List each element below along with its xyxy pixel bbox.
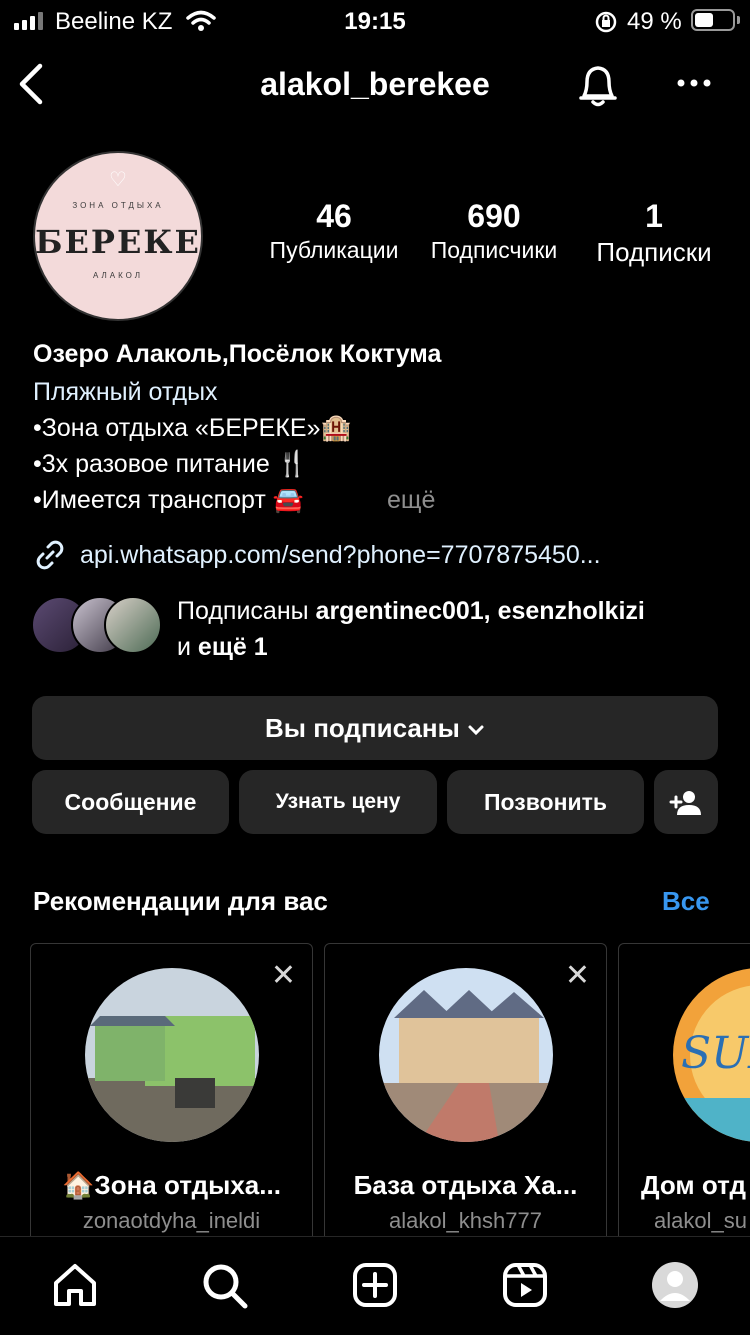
followed-by-text[interactable]: Подписаны argentinec001, esenzholkizi и е… — [177, 593, 737, 665]
profile-username: alakol_berekee — [260, 66, 490, 102]
battery-icon — [691, 9, 735, 31]
recommendation-username: zonaotdyha_ineldi — [82, 1208, 261, 1233]
avatar-top-text: ЗОНА ОТДЫХА — [72, 201, 164, 210]
stat-posts[interactable]: 46 Публикации — [259, 198, 409, 264]
recommendation-name: База отдыха Ха... — [353, 1170, 578, 1200]
recommendation-name: 🏠Зона отдыха... — [62, 1170, 281, 1200]
message-button[interactable]: Сообщение — [32, 770, 229, 834]
bio-category[interactable]: Пляжный отдых — [33, 378, 218, 407]
call-button[interactable]: Позвонить — [447, 770, 644, 834]
svg-text:SUN: SUN — [681, 1028, 750, 1079]
tab-bar — [0, 1236, 750, 1335]
price-button[interactable]: Узнать цену — [239, 770, 437, 834]
following-button[interactable]: Вы подписаны — [32, 696, 718, 760]
recommendation-card[interactable]: ✕ 🏠Зона отдыха... zonaotdyha_ineldi — [30, 943, 313, 1243]
stat-followers-label: Подписчики — [430, 237, 558, 263]
stat-followers[interactable]: 690 Подписчики — [419, 198, 569, 264]
recommendation-avatar[interactable]: SUN — [673, 968, 750, 1142]
bio-line-2: •3х разовое питание 🍴 — [33, 450, 308, 478]
recommendation-card[interactable]: ✕ База отдыха Ха... alakol_khsh777 — [324, 943, 607, 1243]
link-icon — [33, 538, 67, 577]
search-icon[interactable] — [200, 1261, 250, 1316]
recommendation-avatar[interactable] — [85, 968, 259, 1142]
following-button-label: Вы подписаны — [264, 713, 460, 743]
bio-link[interactable]: api.whatsapp.com/send?phone=7707875450..… — [80, 541, 601, 570]
recommendation-name: Дом отд — [641, 1170, 746, 1200]
close-icon[interactable]: ✕ — [565, 958, 590, 993]
bio-line-3: •Имеется транспорт 🚘 — [33, 486, 304, 514]
followed-by-names: argentinec001, esenzholkizi — [315, 597, 645, 625]
add-person-button[interactable] — [654, 770, 718, 834]
reels-icon[interactable] — [501, 1261, 549, 1314]
avatar-logo-text: БЕРЕКЕ — [35, 223, 201, 261]
followed-by-and: и — [177, 633, 198, 661]
followed-by-more: ещё 1 — [197, 633, 268, 661]
follower-avatar[interactable] — [104, 596, 162, 654]
more-icon[interactable] — [676, 76, 712, 94]
stat-followers-value: 690 — [467, 198, 521, 234]
stat-posts-value: 46 — [316, 198, 352, 234]
battery-percent: 49 % — [627, 8, 682, 35]
add-person-icon — [669, 789, 703, 815]
recommendation-avatar[interactable] — [379, 968, 553, 1142]
avatar-bottom-text: АЛАКОЛ — [92, 271, 144, 280]
stat-following-value: 1 — [645, 198, 663, 234]
status-bar: Beeline KZ 19:15 49 % — [0, 0, 750, 44]
battery-tip — [737, 16, 740, 24]
chevron-down-icon — [467, 713, 485, 743]
bio-name: Озеро Алаколь,Посёлок Коктума — [33, 340, 442, 368]
recommendation-card[interactable]: SUN Дом отд alakol_su — [618, 943, 750, 1243]
bio-line-1: •Зона отдыха «БЕРЕКЕ»🏨 — [33, 414, 352, 442]
profile-avatar[interactable]: ♡ ЗОНА ОТДЫХА БЕРЕКЕ АЛАКОЛ — [33, 151, 203, 321]
recommendation-username: alakol_su — [654, 1208, 747, 1233]
new-post-icon[interactable] — [351, 1261, 399, 1314]
heart-icon: ♡ — [109, 169, 127, 191]
recommendations-title: Рекомендации для вас — [33, 886, 328, 916]
profile-icon[interactable] — [651, 1261, 699, 1314]
bio-more-link[interactable]: ещё — [387, 486, 435, 515]
home-icon[interactable] — [51, 1261, 99, 1314]
see-all-link[interactable]: Все — [662, 886, 710, 917]
recommendation-username: alakol_khsh777 — [389, 1208, 542, 1233]
followed-by-prefix: Подписаны — [177, 597, 316, 625]
stat-posts-label: Публикации — [269, 237, 399, 263]
rotation-lock-icon — [594, 10, 618, 41]
close-icon[interactable]: ✕ — [271, 958, 296, 993]
bell-icon[interactable] — [576, 60, 620, 113]
stat-following[interactable]: 1 Подписки — [580, 198, 728, 268]
stat-following-label: Подписки — [596, 237, 712, 267]
